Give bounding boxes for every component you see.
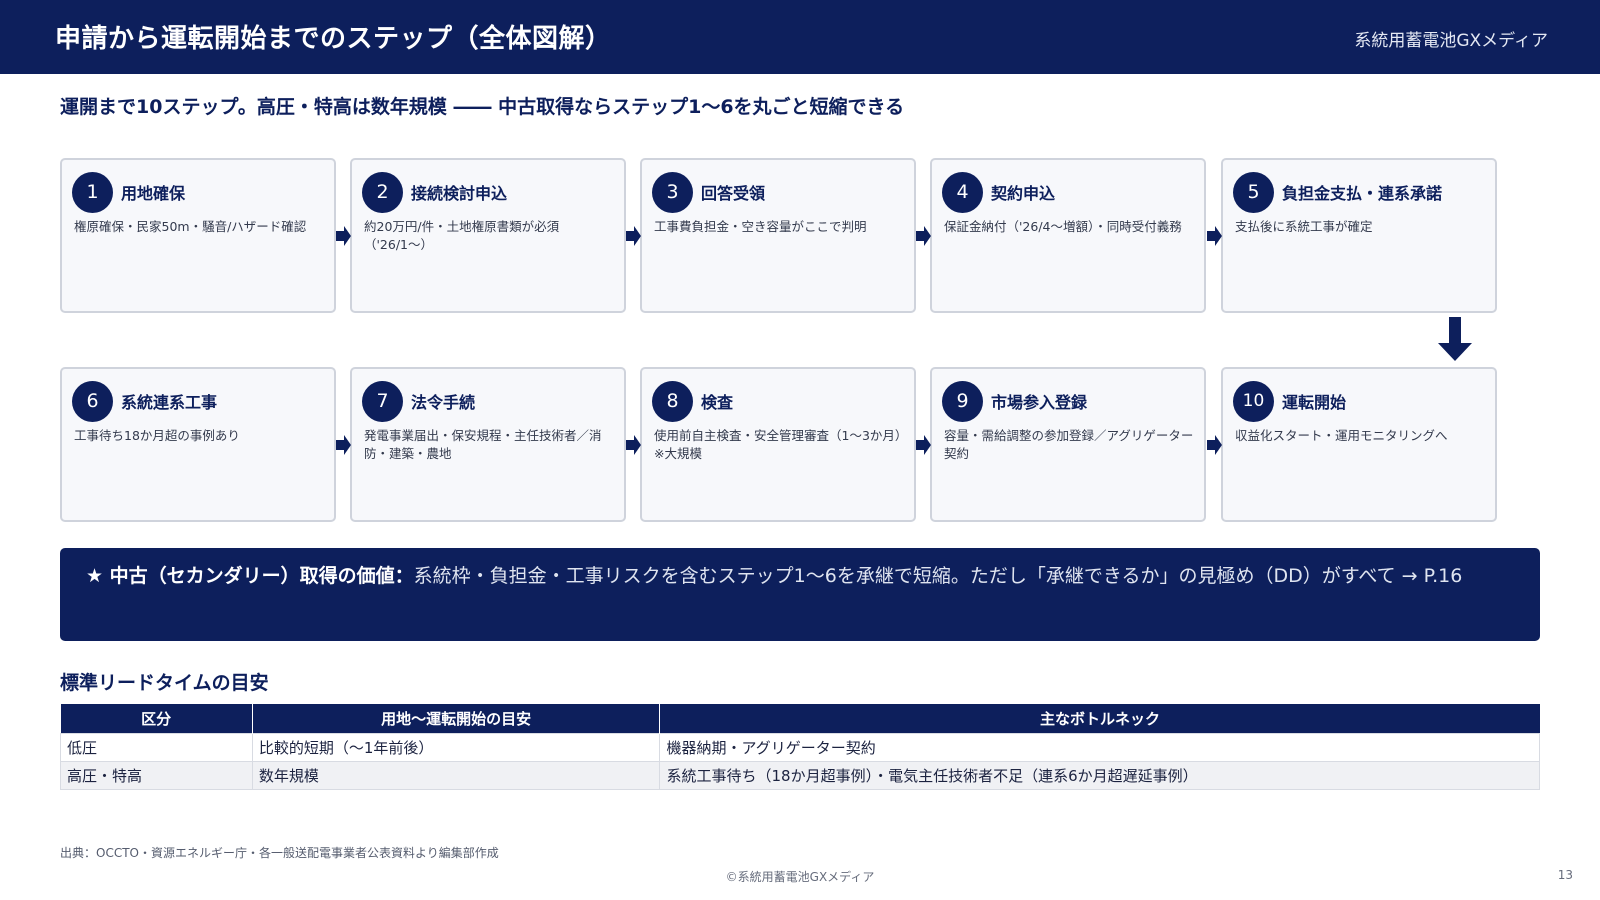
arrow-right-icon	[626, 435, 641, 455]
step-description: 工事費負担金・空き容量がここで判明	[654, 219, 867, 234]
arrow-right-icon	[916, 226, 931, 246]
arrow-down-icon	[1438, 317, 1472, 361]
step-number-badge: 2	[362, 172, 403, 213]
step-title: 法令手続	[411, 393, 476, 412]
step-description: 工事待ち18か月超の事例あり	[74, 428, 240, 443]
step-number-badge: 7	[362, 381, 403, 422]
step-title: 契約申込	[991, 184, 1056, 203]
table-cell: 高圧・特高	[60, 760, 253, 790]
page-number: 13	[1557, 868, 1573, 882]
column-header: 用地〜運転開始の目安	[252, 704, 661, 733]
step-card-2: 2 接続検討申込 約20万円/件・土地権原書類が必須（'26/1〜）	[350, 158, 626, 313]
step-card-8: 8 検査 使用前自主検査・安全管理審査（1〜3か月）※大規模	[640, 367, 916, 522]
callout-label: ★ 中古（セカンダリー）取得の価値：	[86, 565, 414, 587]
column-header: 区分	[60, 704, 253, 733]
table-cell: 比較的短期（〜1年前後）	[251, 732, 661, 762]
step-number-badge: 6	[72, 381, 113, 422]
column-header: 主なボトルネック	[659, 704, 1540, 733]
step-number-badge: 3	[652, 172, 693, 213]
source-note: 出典：OCCTO・資源エネルギー庁・各一般送配電事業者公表資料より編集部作成	[60, 846, 499, 860]
step-card-7: 7 法令手続 発電事業届出・保安規程・主任技術者／消防・建築・農地	[350, 367, 626, 522]
step-title: 系統連系工事	[121, 393, 218, 412]
arrow-right-icon	[336, 435, 351, 455]
secondary-value-callout: ★ 中古（セカンダリー）取得の価値：系統枠・負担金・工事リスクを含むステップ1〜…	[60, 548, 1540, 641]
step-number-badge: 5	[1233, 172, 1274, 213]
step-card-3: 3 回答受領 工事費負担金・空き容量がここで判明	[640, 158, 916, 313]
table-header-row: 区分 用地〜運転開始の目安 主なボトルネック	[60, 704, 1540, 733]
step-number-badge: 4	[942, 172, 983, 213]
step-description: 発電事業届出・保安規程・主任技術者／消防・建築・農地	[364, 428, 602, 461]
step-description: 権原確保・民家50m・騒音/ハザード確認	[74, 219, 307, 234]
step-number-badge: 8	[652, 381, 693, 422]
arrow-right-icon	[1207, 435, 1222, 455]
step-number-badge: 1	[72, 172, 113, 213]
table-cell: 機器納期・アグリゲーター契約	[659, 732, 1540, 762]
step-title: 用地確保	[121, 184, 186, 203]
callout-text: 系統枠・負担金・工事リスクを含むステップ1〜6を承継で短縮。ただし「承継できるか…	[413, 565, 1463, 587]
step-card-10: 10 運転開始 収益化スタート・運用モニタリングへ	[1221, 367, 1497, 522]
page-title: 申請から運転開始までのステップ（全体図解）	[55, 24, 612, 54]
step-description: 使用前自主検査・安全管理審査（1〜3か月）※大規模	[654, 428, 908, 461]
table-cell: 低圧	[60, 732, 253, 762]
header-bar: 申請から運転開始までのステップ（全体図解） 系統用蓄電池GXメディア	[0, 0, 1600, 74]
arrow-right-icon	[336, 226, 351, 246]
step-title: 市場参入登録	[991, 393, 1088, 412]
step-title: 回答受領	[701, 184, 766, 203]
arrow-right-icon	[916, 435, 931, 455]
arrow-right-icon	[626, 226, 641, 246]
table-row: 低圧 比較的短期（〜1年前後） 機器納期・アグリゲーター契約	[60, 732, 1540, 762]
step-description: 支払後に系統工事が確定	[1235, 219, 1373, 234]
step-card-9: 9 市場参入登録 容量・需給調整の参加登録／アグリゲーター契約	[930, 367, 1206, 522]
step-title: 運転開始	[1282, 393, 1347, 412]
step-title: 負担金支払・連系承諾	[1282, 184, 1443, 203]
step-description: 容量・需給調整の参加登録／アグリゲーター契約	[944, 428, 1194, 461]
table-row: 高圧・特高 数年規模 系統工事待ち（18か月超事例）・電気主任技術者不足（連系6…	[60, 760, 1540, 790]
step-description: 約20万円/件・土地権原書類が必須（'26/1〜）	[364, 219, 560, 252]
copyright: ©系統用蓄電池GXメディア	[725, 870, 875, 884]
step-description: 収益化スタート・運用モニタリングへ	[1235, 428, 1448, 443]
table-cell: 数年規模	[251, 760, 661, 790]
step-card-4: 4 契約申込 保証金納付（'26/4〜増額）・同時受付義務	[930, 158, 1206, 313]
lead-time-table: 区分 用地〜運転開始の目安 主なボトルネック 低圧 比較的短期（〜1年前後） 機…	[60, 704, 1540, 790]
step-number-badge: 10	[1233, 381, 1274, 422]
table-cell: 系統工事待ち（18か月超事例）・電気主任技術者不足（連系6か月超遅延事例）	[659, 760, 1540, 790]
step-title: 接続検討申込	[411, 184, 508, 203]
step-number-badge: 9	[942, 381, 983, 422]
step-description: 保証金納付（'26/4〜増額）・同時受付義務	[944, 219, 1182, 234]
step-card-6: 6 系統連系工事 工事待ち18か月超の事例あり	[60, 367, 336, 522]
brand-name: 系統用蓄電池GXメディア	[1354, 31, 1548, 51]
page-subtitle: 運開まで10ステップ。高圧・特高は数年規模 ―― 中古取得ならステップ1〜6を丸…	[60, 96, 905, 118]
step-card-1: 1 用地確保 権原確保・民家50m・騒音/ハザード確認	[60, 158, 336, 313]
lead-time-title: 標準リードタイムの目安	[60, 672, 269, 694]
step-card-5: 5 負担金支払・連系承諾 支払後に系統工事が確定	[1221, 158, 1497, 313]
arrow-right-icon	[1207, 226, 1222, 246]
step-title: 検査	[701, 393, 734, 412]
